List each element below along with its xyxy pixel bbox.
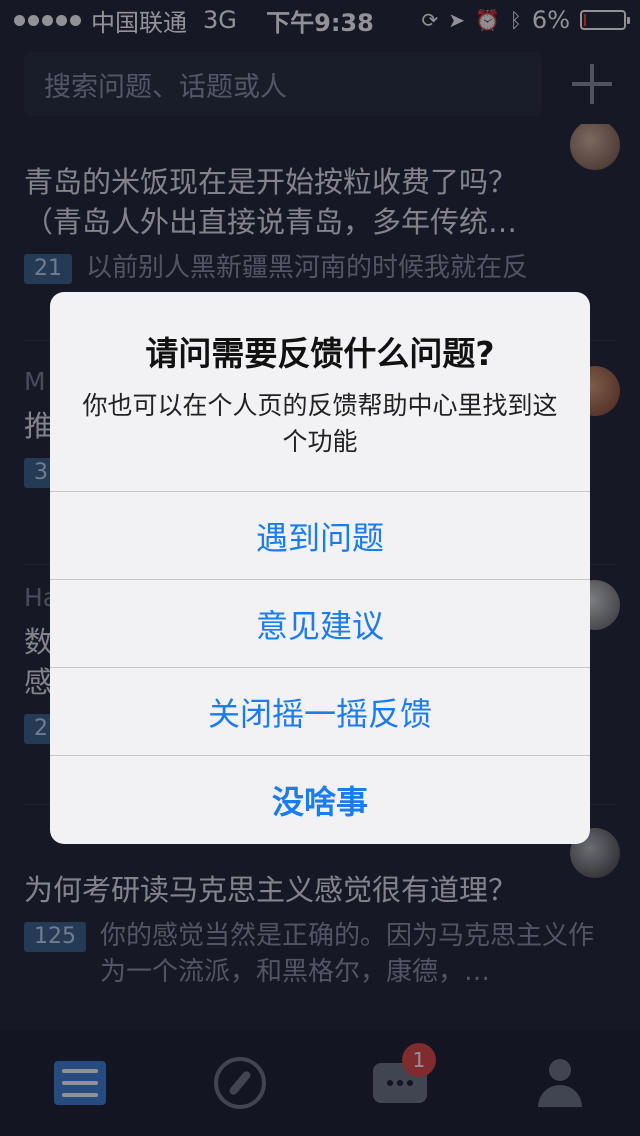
alert-title: 请问需要反馈什么问题? xyxy=(145,334,495,373)
dismiss-button[interactable]: 没啥事 xyxy=(50,756,590,844)
suggestion-button[interactable]: 意见建议 xyxy=(50,580,590,668)
alert-message: 你也可以在个人页的反馈帮助中心里找到这个功能 xyxy=(82,391,558,456)
report-problem-button[interactable]: 遇到问题 xyxy=(50,492,590,580)
feedback-alert-dialog: 请问需要反馈什么问题? 你也可以在个人页的反馈帮助中心里找到这个功能 遇到问题 … xyxy=(50,292,590,844)
disable-shake-feedback-button[interactable]: 关闭摇一摇反馈 xyxy=(50,668,590,756)
